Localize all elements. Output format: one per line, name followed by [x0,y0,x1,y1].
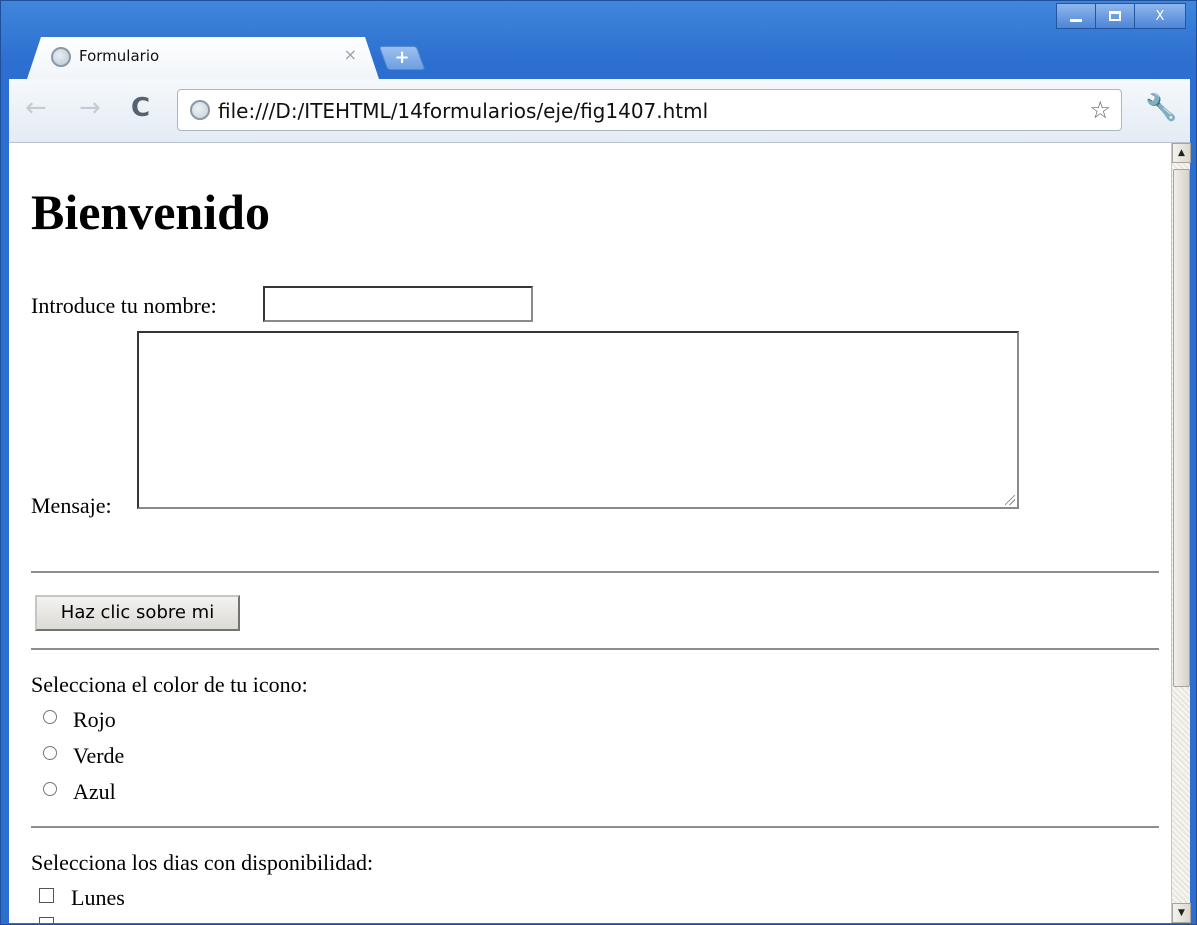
page-title: Bienvenido [31,184,270,240]
minimize-button[interactable] [1056,3,1096,29]
address-bar[interactable]: file:///D:/ITEHTML/14formularios/eje/fig… [177,89,1122,131]
name-input[interactable] [263,286,533,322]
page-globe-icon [190,100,210,120]
close-window-button[interactable]: X [1134,3,1186,29]
new-tab-button[interactable]: + [378,46,426,70]
divider [31,648,1159,650]
tab-close-icon[interactable]: × [344,45,357,64]
wrench-icon[interactable]: 🔧 [1145,93,1177,123]
vertical-scrollbar[interactable]: ▲ ▼ [1171,143,1191,923]
radio-azul[interactable] [43,782,57,796]
message-label: Mensaje: [31,493,112,518]
scroll-up-icon[interactable]: ▲ [1172,143,1191,163]
checkbox-label-lunes: Lunes [71,885,125,910]
message-textarea[interactable] [137,331,1019,509]
name-label: Introduce tu nombre: [31,293,217,318]
radio-verde[interactable] [43,746,57,760]
divider [31,826,1159,828]
back-arrow-icon[interactable]: ← [25,93,47,123]
plus-icon: + [394,47,410,68]
minimize-icon [1070,18,1082,22]
window-controls: X [1056,3,1186,29]
color-prompt: Selecciona el color de tu icono: [31,672,308,697]
radio-label-rojo: Rojo [73,707,116,732]
radio-label-azul: Azul [73,779,116,804]
scroll-down-icon[interactable]: ▼ [1172,903,1191,923]
maximize-button[interactable] [1095,3,1135,29]
url-text[interactable]: file:///D:/ITEHTML/14formularios/eje/fig… [218,99,708,123]
forward-arrow-icon[interactable]: → [79,93,101,123]
checkbox-next[interactable] [39,917,54,923]
maximize-icon [1109,11,1121,21]
days-prompt: Selecciona los dias con disponibilidad: [31,850,374,875]
browser-toolbar: ← → C file:///D:/ITEHTML/14formularios/e… [9,79,1190,143]
globe-icon [51,47,71,67]
divider [31,571,1159,573]
tab-title: Formulario [79,47,160,65]
checkbox-lunes[interactable] [39,888,54,903]
radio-rojo[interactable] [43,710,57,724]
click-me-button[interactable]: Haz clic sobre mi [35,595,240,631]
browser-window: X Formulario × + ← → C file:///D:/ITEHTM… [0,0,1197,925]
scrollbar-thumb[interactable] [1173,169,1190,687]
radio-label-verde: Verde [73,743,125,768]
close-icon: X [1155,8,1165,24]
reload-icon[interactable]: C [131,93,150,123]
bookmark-star-icon[interactable]: ☆ [1089,96,1111,124]
page-content: Bienvenido Introduce tu nombre: Mensaje:… [9,143,1171,923]
tab-formulario[interactable]: Formulario × [27,37,379,79]
